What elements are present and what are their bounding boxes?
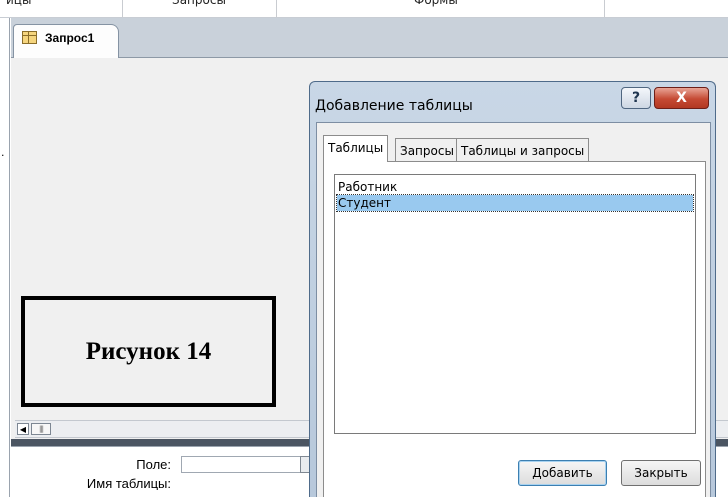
ribbon-divider (276, 0, 277, 17)
help-icon: ? (631, 90, 641, 106)
scroll-left-icon[interactable]: ◀ (17, 423, 29, 435)
navigation-pane[interactable]: . (0, 18, 10, 497)
list-item-student[interactable]: Студент (336, 194, 694, 212)
figure-caption-box: Рисунок 14 (21, 296, 276, 407)
ribbon-divider (122, 0, 123, 17)
table-list[interactable]: Работник Студент (334, 174, 696, 434)
ribbon-divider (604, 0, 605, 17)
ribbon-strip: ицы Запросы Формы (0, 0, 728, 18)
add-table-dialog: Добавление таблицы ? X Таблицы Запросы Т… (309, 81, 716, 497)
figure-caption: Рисунок 14 (85, 337, 212, 365)
dialog-close-button[interactable]: X (654, 87, 709, 109)
tab-tables-and-queries[interactable]: Таблицы и запросы (456, 138, 590, 162)
close-button[interactable]: Закрыть (621, 460, 701, 486)
close-icon: X (676, 90, 687, 106)
tab-tables-label: Таблицы (328, 141, 384, 155)
tables-tab-panel: Работник Студент Добавить Закрыть (323, 161, 706, 497)
ribbon-item-queries[interactable]: Запросы (172, 0, 226, 17)
list-item-rabotnik[interactable]: Работник (337, 179, 693, 195)
ribbon-item-tables[interactable]: ицы (6, 0, 31, 17)
document-tab-strip: Запрос1 (11, 18, 728, 58)
grid-label-field: Поле: (136, 457, 171, 472)
tab-tables-and-queries-label: Таблицы и запросы (461, 144, 585, 158)
document-tab-label: Запрос1 (45, 31, 95, 45)
tab-tables[interactable]: Таблицы (323, 135, 389, 162)
grid-field-cell[interactable] (181, 456, 311, 473)
dialog-body: Таблицы Запросы Таблицы и запросы Работн… (316, 122, 711, 497)
tab-queries[interactable]: Запросы (395, 138, 459, 162)
query-icon (22, 31, 37, 44)
ribbon-item-forms[interactable]: Формы (414, 0, 458, 17)
document-tab-query1[interactable]: Запрос1 (13, 24, 119, 58)
add-button[interactable]: Добавить (518, 460, 607, 486)
grid-label-table-name: Имя таблицы: (86, 476, 171, 490)
tab-queries-label: Запросы (400, 144, 454, 158)
help-button[interactable]: ? (621, 87, 651, 109)
scroll-thumb[interactable]: ||| (31, 423, 51, 435)
navigation-pane-mark: . (1, 146, 5, 159)
dialog-title: Добавление таблицы (315, 98, 473, 114)
